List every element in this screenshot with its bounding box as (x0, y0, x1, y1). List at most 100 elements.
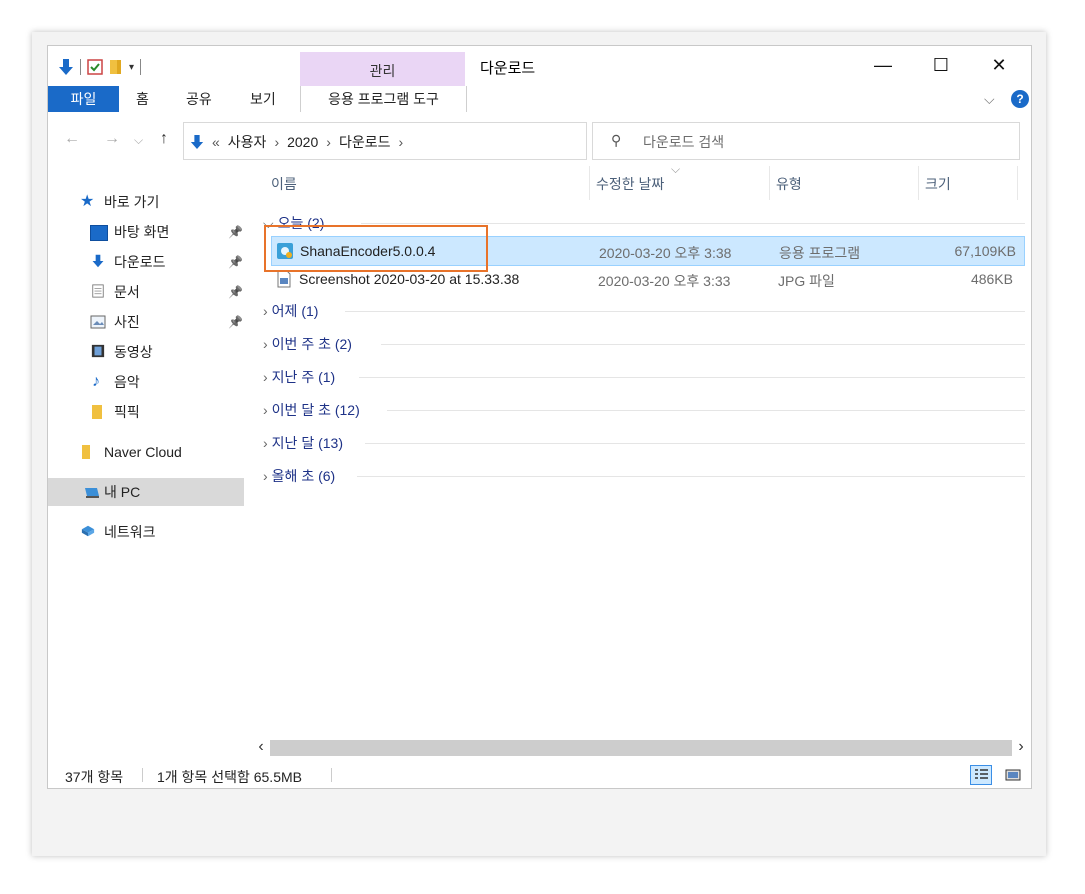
forward-button[interactable]: → (104, 130, 120, 148)
ribbon-expand-icon[interactable]: ⌵ (984, 86, 995, 112)
group-early-this-week[interactable]: › 이번 주 초 (2) (263, 334, 352, 354)
scroll-left-button[interactable]: ‹ (253, 738, 269, 756)
column-separator[interactable] (918, 166, 919, 200)
close-button[interactable]: ✕ (976, 50, 1022, 80)
title-bar: ▾ 관리 다운로드 — ☐ ✕ (48, 46, 1031, 86)
breadcrumb-separator[interactable]: › (326, 134, 331, 150)
nav-videos[interactable]: 동영상 (48, 338, 244, 366)
search-box[interactable]: ⚲ 다운로드 검색 (592, 122, 1020, 160)
pin-icon[interactable]: 📌 (228, 218, 243, 246)
status-separator (142, 768, 143, 782)
column-header-date[interactable]: 수정한 날짜 (596, 174, 664, 194)
nav-pikpik[interactable]: 픽픽 (48, 398, 244, 426)
group-divider (357, 476, 1025, 477)
chevron-right-icon: › (263, 369, 268, 385)
group-last-month[interactable]: › 지난 달 (13) (263, 433, 343, 453)
file-name: Screenshot 2020-03-20 at 15.33.38 (299, 271, 520, 287)
breadcrumb-2020[interactable]: 2020 (287, 134, 318, 150)
nav-this-pc[interactable]: 내 PC (48, 478, 244, 506)
nav-label: 내 PC (104, 484, 141, 500)
maximize-button[interactable]: ☐ (918, 50, 964, 80)
nav-label: 사진 (114, 314, 140, 330)
nav-pictures[interactable]: 사진 📌 (48, 308, 244, 336)
nav-label: 네트워크 (104, 524, 156, 540)
group-last-week[interactable]: › 지난 주 (1) (263, 367, 335, 387)
file-explorer-window: ▾ 관리 다운로드 — ☐ ✕ 파일 홈 공유 보기 응용 프로그램 도구 ⌵ … (47, 45, 1032, 789)
star-icon: ★ (80, 193, 95, 210)
properties-check-icon[interactable] (87, 59, 103, 75)
breadcrumb-separator[interactable]: › (398, 134, 403, 150)
tab-app-tools[interactable]: 응용 프로그램 도구 (300, 86, 467, 112)
nav-naver-cloud[interactable]: Naver Cloud (48, 438, 244, 466)
context-tab-header: 관리 (300, 52, 465, 86)
breadcrumb-users[interactable]: 사용자 (228, 132, 267, 152)
toolbar-separator (140, 59, 142, 75)
navigation-pane: ★ 바로 가기 바탕 화면 📌 다운로드 📌 문서 📌 사진 📌 동영상 ♪ 음… (48, 186, 244, 746)
breadcrumb-overflow[interactable]: « (212, 134, 220, 150)
download-arrow-icon[interactable] (58, 58, 74, 76)
nav-network[interactable]: 네트워크 (48, 518, 244, 546)
pin-icon[interactable]: 📌 (228, 278, 243, 306)
nav-label: 바탕 화면 (114, 224, 170, 240)
nav-desktop[interactable]: 바탕 화면 📌 (48, 218, 244, 246)
group-early-this-year[interactable]: › 올해 초 (6) (263, 466, 335, 486)
column-separator[interactable] (769, 166, 770, 200)
details-view-button[interactable] (970, 765, 992, 785)
file-date: 2020-03-20 오후 3:38 (599, 245, 732, 261)
group-divider (361, 223, 1025, 224)
group-label: 이번 주 초 (2) (271, 336, 352, 352)
music-icon: ♪ (92, 373, 100, 390)
video-icon (91, 344, 105, 358)
pin-icon[interactable]: 📌 (228, 248, 243, 276)
tab-share[interactable]: 공유 (186, 86, 212, 112)
customize-toolbar-icon[interactable]: ▾ (129, 62, 134, 73)
group-early-this-month[interactable]: › 이번 달 초 (12) (263, 400, 360, 420)
nav-music[interactable]: ♪ 음악 (48, 368, 244, 396)
tab-view[interactable]: 보기 (250, 86, 276, 112)
document-icon (92, 284, 104, 298)
nav-downloads[interactable]: 다운로드 📌 (48, 248, 244, 276)
status-separator (331, 768, 332, 782)
group-divider (381, 344, 1025, 345)
scrollbar-thumb[interactable] (270, 740, 1012, 756)
file-size: 486KB (970, 271, 1013, 287)
nav-label: 문서 (114, 284, 140, 300)
search-input[interactable]: 다운로드 검색 (643, 132, 724, 152)
address-bar[interactable]: « 사용자 › 2020 › 다운로드 › ⌵ ↻ (183, 122, 707, 160)
help-icon[interactable]: ? (1011, 90, 1029, 108)
scroll-right-button[interactable]: › (1013, 738, 1029, 756)
window-title: 다운로드 (480, 60, 536, 77)
column-separator[interactable] (589, 166, 590, 200)
minimize-button[interactable]: — (860, 50, 906, 80)
new-folder-icon[interactable] (109, 59, 123, 75)
up-button[interactable]: ↑ (160, 130, 168, 148)
file-size: 67,109KB (954, 243, 1017, 259)
folder-icon (92, 405, 102, 419)
chevron-right-icon: › (263, 402, 268, 418)
file-date: 2020-03-20 오후 3:33 (598, 273, 731, 289)
pin-icon[interactable]: 📌 (228, 308, 243, 336)
horizontal-scrollbar[interactable]: ‹ › (253, 738, 1029, 757)
nav-quick-access[interactable]: ★ 바로 가기 (48, 188, 244, 216)
folder-icon (82, 445, 90, 459)
address-row: ← → ⌵ ↑ « 사용자 › 2020 › 다운로드 › ⌵ ↻ ⚲ 다운로드… (48, 120, 1031, 162)
desktop-icon (90, 225, 108, 241)
column-header-size[interactable]: 크기 (925, 174, 951, 194)
recent-locations-button[interactable]: ⌵ (134, 133, 143, 148)
tab-home[interactable]: 홈 (136, 86, 149, 112)
breadcrumb-separator[interactable]: › (274, 134, 279, 150)
column-separator[interactable] (1017, 166, 1018, 200)
search-icon: ⚲ (611, 132, 622, 148)
column-header-name[interactable]: 이름 (271, 174, 297, 194)
image-file-icon (277, 270, 291, 288)
chevron-right-icon: › (263, 435, 268, 451)
back-button[interactable]: ← (64, 130, 80, 148)
nav-documents[interactable]: 문서 📌 (48, 278, 244, 306)
column-header-type[interactable]: 유형 (776, 174, 802, 194)
sort-indicator-icon: ⌵ (671, 162, 681, 176)
context-tab-label: 관리 (369, 63, 396, 79)
tab-file[interactable]: 파일 (48, 86, 119, 112)
large-icons-view-button[interactable] (1002, 765, 1024, 785)
breadcrumb-downloads[interactable]: 다운로드 (339, 132, 391, 152)
group-yesterday[interactable]: › 어제 (1) (263, 301, 318, 321)
